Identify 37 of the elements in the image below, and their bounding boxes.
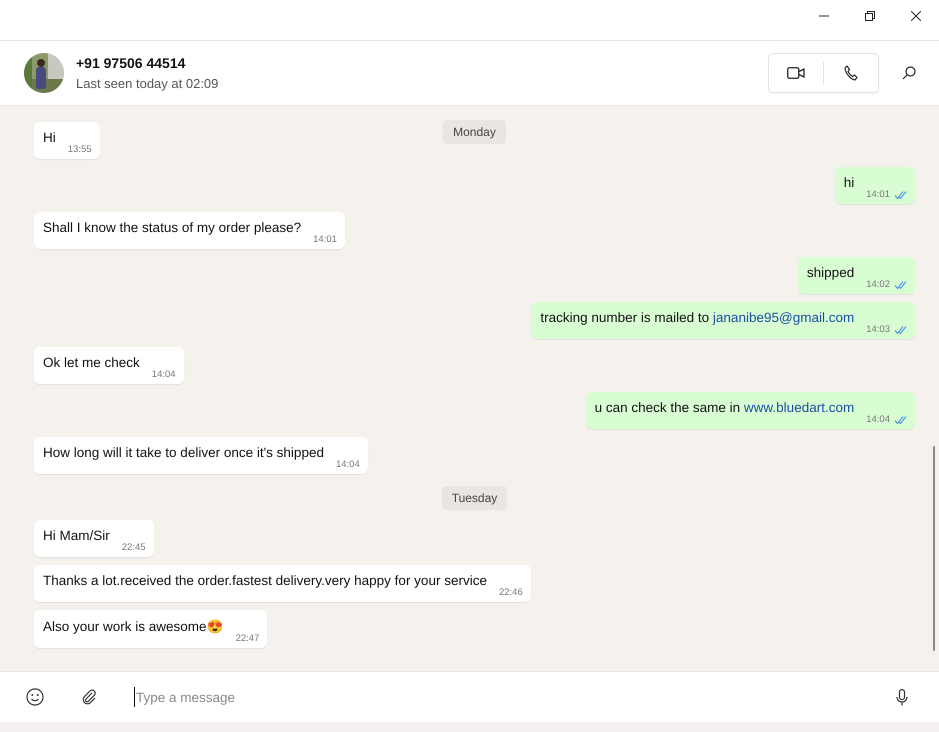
restore-icon [865,11,875,21]
message-text: Shall I know the status of my order please? [43,220,302,237]
message-time: 22:46 [498,587,523,598]
paperclip-icon [81,689,97,705]
message-link[interactable]: www.bluedart.com [744,400,854,415]
message-text: Thanks a lot.received the order.fastest delivery.very happy for your service [43,573,487,590]
message-time: 14:04 [152,369,176,380]
message-text: tracking number is mailed to jananibe95@gmail.com [540,310,854,327]
message-text: Ok let me check [43,355,140,372]
microphone-icon [896,688,908,706]
message-time: 22:47 [236,633,260,644]
message-time: 14:02 [866,279,890,290]
message-time: 14:01 [866,189,890,200]
message-time: 14:04 [336,459,360,470]
date-label: Tuesday [442,486,508,510]
date-label: Monday [443,120,506,144]
message-text: How long will it take to deliver once it's shipped [43,445,324,462]
contact-name: +91 97506 44514 [76,55,186,71]
message-text: Hi Mam/Sir [43,528,110,545]
message-time: 14:03 [866,324,890,335]
scrollbar[interactable] [933,446,935,651]
message-text: shipped [806,265,854,282]
message-time: 14:01 [313,234,337,245]
search-icon [902,66,916,80]
message-time: 22:45 [122,542,146,553]
phone-icon [844,65,858,81]
message-text: Hi [43,130,56,147]
close-icon [911,11,921,21]
message-link[interactable]: jananibe95@gmail.com [712,310,854,325]
message-time: 13:55 [68,144,92,155]
smiley-icon [26,688,44,706]
message-text: Also your work is awesome😍 [43,618,224,636]
video-camera-icon [787,67,805,79]
last-seen-status: Last seen today at 02:09 [76,76,220,91]
message-time: 14:04 [866,414,890,425]
message-text: hi [844,175,854,192]
message-text: u can check the same in www.bluedart.com [594,400,854,417]
